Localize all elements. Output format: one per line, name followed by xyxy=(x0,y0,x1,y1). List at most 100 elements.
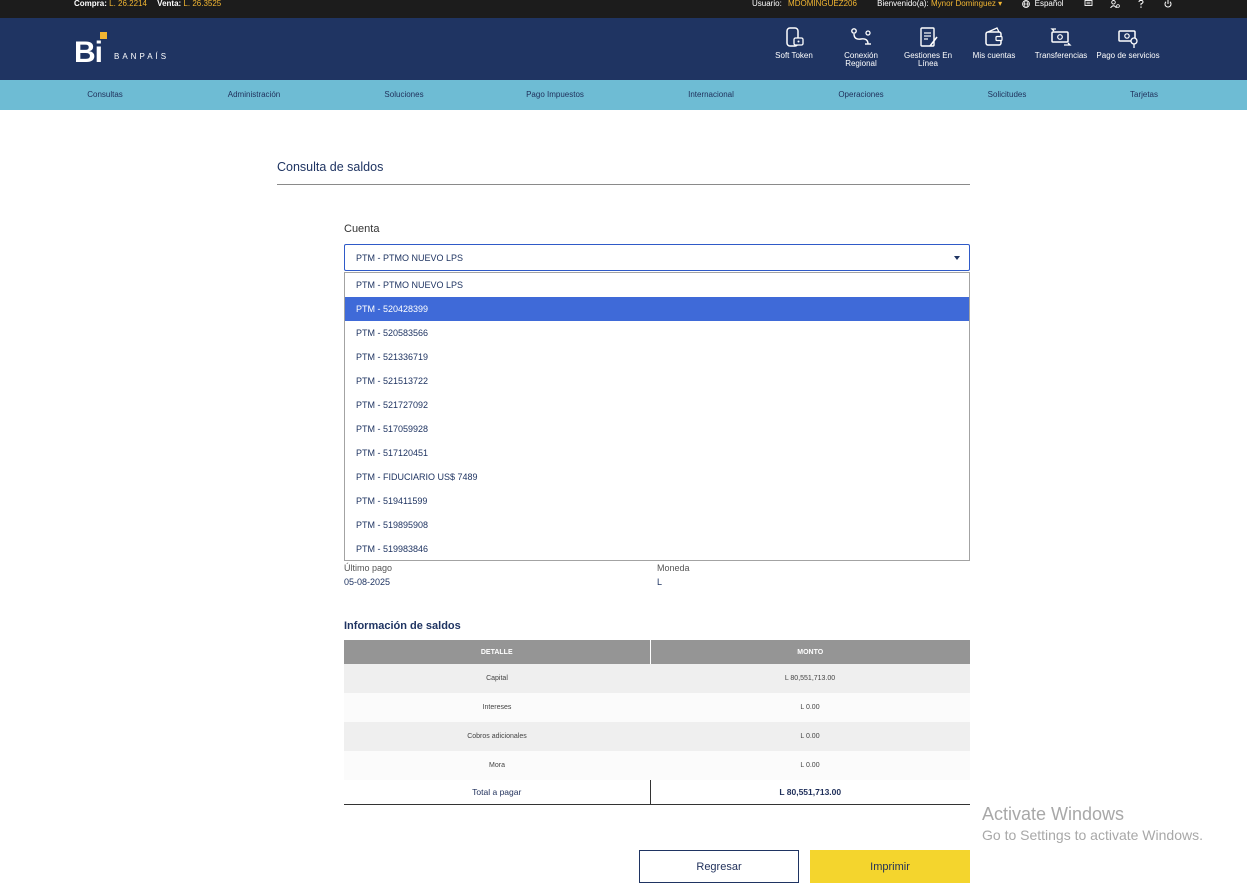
brand-name: BANPAÍS xyxy=(114,51,170,61)
account-dropdown-list: PTM - PTMO NUEVO LPS PTM - 520428399 PTM… xyxy=(344,272,970,561)
header-monto: MONTO xyxy=(649,640,970,664)
menu-consultas[interactable]: Consultas xyxy=(87,80,123,110)
detail-cell: Mora xyxy=(344,751,650,780)
windows-activation-watermark: Activate Windows Go to Settings to activ… xyxy=(982,804,1203,843)
nav-mis-cuentas[interactable]: Mis cuentas xyxy=(961,18,1027,80)
account-option-highlighted[interactable]: PTM - 520428399 xyxy=(345,297,969,321)
nav-soft-token-label: Soft Token xyxy=(775,51,813,60)
header-detalle: DETALLE xyxy=(344,640,650,664)
menu-tarjetas[interactable]: Tarjetas xyxy=(1130,80,1158,110)
money-transfer-icon xyxy=(1050,28,1072,46)
bienvenido-label: Bienvenido(a): xyxy=(877,0,929,8)
watermark-line-2: Go to Settings to activate Windows. xyxy=(982,827,1203,843)
venta-value: L. 26.3525 xyxy=(183,0,222,8)
globe-icon xyxy=(1022,0,1032,8)
account-option[interactable]: PTM - PTMO NUEVO LPS xyxy=(345,273,969,297)
table-header-row: DETALLE MONTO xyxy=(344,640,970,664)
account-select[interactable]: PTM - PTMO NUEVO LPS xyxy=(344,244,970,271)
bi-banpais-logo[interactable]: Bi BANPAÍS xyxy=(74,32,170,69)
document-edit-icon xyxy=(920,27,938,47)
nav-transferencias-label: Transferencias xyxy=(1034,51,1088,60)
account-option[interactable]: PTM - 521513722 xyxy=(345,369,969,393)
menu-administracion[interactable]: Administración xyxy=(228,80,280,110)
compra-label: Compra: xyxy=(74,0,107,8)
table-total-row: Total a pagar L 80,551,713.00 xyxy=(344,780,970,805)
main-header: Bi BANPAÍS Soft Token Conexión Regional … xyxy=(0,18,1247,80)
detail-cell: Cobros adicionales xyxy=(344,722,650,751)
top-bar: Compra: L. 26.2214 Venta: L. 26.3525 Usu… xyxy=(0,0,1247,18)
user-menu[interactable]: Bienvenido(a): Mynor Dominguez ▾ xyxy=(877,0,1004,8)
chevron-down-icon: ▾ xyxy=(998,0,1003,8)
nav-conexion-regional[interactable]: Conexión Regional xyxy=(828,18,894,80)
bienvenido-value: Mynor Dominguez xyxy=(931,0,996,8)
imprimir-button[interactable]: Imprimir xyxy=(810,850,970,883)
amount-cell: L 0.00 xyxy=(650,751,970,780)
ultimo-pago-value: 05-08-2025 xyxy=(344,577,391,587)
messages-icon[interactable] xyxy=(1084,0,1094,8)
menu-internacional[interactable]: Internacional xyxy=(688,80,734,110)
detail-cell: Capital xyxy=(344,664,650,693)
watermark-line-1: Activate Windows xyxy=(982,804,1125,824)
wallet-icon xyxy=(985,27,1003,46)
cuenta-label: Cuenta xyxy=(344,223,380,235)
logo-mark: Bi xyxy=(74,32,107,69)
total-value: L 80,551,713.00 xyxy=(649,780,970,805)
help-icon[interactable] xyxy=(1136,0,1146,8)
nav-gestiones-en-linea-label: Gestiones En Línea xyxy=(903,51,953,68)
table-row: Mora L 0.00 xyxy=(344,751,970,780)
nav-pago-de-servicios[interactable]: Pago de servicios xyxy=(1095,18,1161,80)
detail-cell: Intereses xyxy=(344,693,650,722)
page-title: Consulta de saldos xyxy=(277,160,384,174)
amount-cell: L 0.00 xyxy=(650,722,970,751)
account-option[interactable]: PTM - 519895908 xyxy=(345,513,969,537)
table-row: Intereses L 0.00 xyxy=(344,693,970,722)
account-option[interactable]: PTM - 519983846 xyxy=(345,537,969,561)
logout-icon[interactable] xyxy=(1163,0,1173,8)
menu-solicitudes[interactable]: Solicitudes xyxy=(988,80,1027,110)
main-menu: Consultas Administración Soluciones Pago… xyxy=(0,80,1247,110)
account-option[interactable]: PTM - 517059928 xyxy=(345,417,969,441)
nav-mis-cuentas-label: Mis cuentas xyxy=(972,51,1016,60)
nav-pago-de-servicios-label: Pago de servicios xyxy=(1096,51,1160,60)
menu-operaciones[interactable]: Operaciones xyxy=(838,80,883,110)
user-settings-icon[interactable] xyxy=(1110,0,1120,8)
title-divider xyxy=(277,184,970,185)
logo-square xyxy=(100,32,107,39)
phone-token-icon xyxy=(786,27,804,47)
account-select-value: PTM - PTMO NUEVO LPS xyxy=(356,253,464,263)
account-option[interactable]: PTM - 517120451 xyxy=(345,441,969,465)
account-option[interactable]: PTM - FIDUCIARIO US$ 7489 xyxy=(345,465,969,489)
logo-text: Bi xyxy=(74,36,103,69)
account-option[interactable]: PTM - 521727092 xyxy=(345,393,969,417)
user-bar: Usuario: MDOMINGUEZ206 Bienvenido(a): My… xyxy=(752,0,1177,8)
language-label: Español xyxy=(1034,0,1064,8)
usuario-label: Usuario: xyxy=(752,0,782,8)
venta-label: Venta: xyxy=(157,0,182,8)
table-row: Capital L 80,551,713.00 xyxy=(344,664,970,693)
menu-pago-impuestos[interactable]: Pago Impuestos xyxy=(526,80,584,110)
account-option[interactable]: PTM - 521336719 xyxy=(345,345,969,369)
language-selector[interactable]: Español xyxy=(1022,0,1065,8)
regresar-button[interactable]: Regresar xyxy=(639,850,799,883)
menu-soluciones[interactable]: Soluciones xyxy=(384,80,423,110)
section-title-saldos: Información de saldos xyxy=(344,620,461,632)
nav-transferencias[interactable]: Transferencias xyxy=(1028,18,1094,80)
total-label: Total a pagar xyxy=(344,780,650,805)
nav-soft-token[interactable]: Soft Token xyxy=(761,18,827,80)
compra-value: L. 26.2214 xyxy=(109,0,147,8)
nav-gestiones-en-linea[interactable]: Gestiones En Línea xyxy=(895,18,961,80)
account-option[interactable]: PTM - 519411599 xyxy=(345,489,969,513)
moneda-value: L xyxy=(657,577,663,587)
usuario-value: MDOMINGUEZ206 xyxy=(788,0,857,8)
balance-table: DETALLE MONTO Capital L 80,551,713.00 In… xyxy=(344,640,970,805)
amount-cell: L 0.00 xyxy=(650,693,970,722)
ultimo-pago-label: Último pago xyxy=(344,563,393,573)
account-option[interactable]: PTM - 520583566 xyxy=(345,321,969,345)
exchange-rates: Compra: L. 26.2214 Venta: L. 26.3525 xyxy=(74,0,221,8)
bill-payment-icon xyxy=(1118,30,1138,48)
route-icon xyxy=(851,28,871,45)
caret-down-icon xyxy=(954,256,960,260)
table-row: Cobros adicionales L 0.00 xyxy=(344,722,970,751)
moneda-label: Moneda xyxy=(657,563,690,573)
nav-conexion-regional-label: Conexión Regional xyxy=(844,51,878,68)
